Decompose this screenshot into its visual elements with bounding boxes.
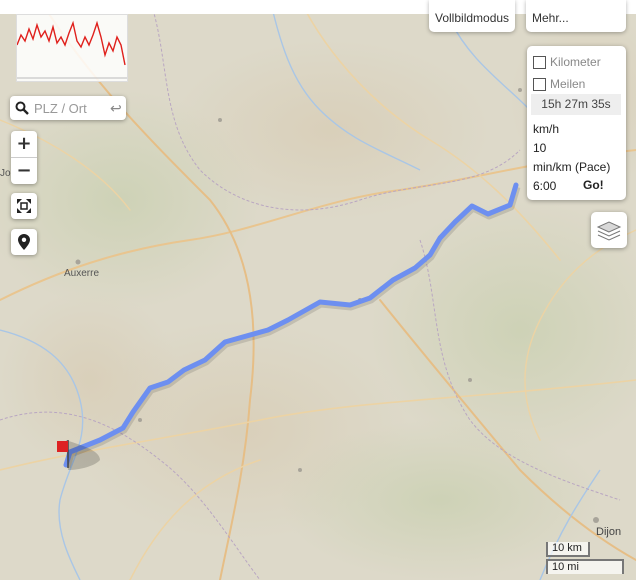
zoom-in-button[interactable]: + bbox=[11, 131, 37, 158]
speed-unit-label: km/h bbox=[533, 122, 560, 136]
elevation-profile-chart bbox=[16, 20, 127, 79]
layers-icon bbox=[596, 221, 622, 241]
fit-bounds-button[interactable] bbox=[11, 193, 37, 219]
zoom-out-button[interactable]: − bbox=[11, 158, 37, 184]
meilen-option[interactable]: Meilen bbox=[533, 77, 585, 91]
scale-bar-imperial: 10 mi bbox=[546, 559, 624, 574]
route-settings-panel: Kilometer Meilen 15h 27m 35s km/h min/km… bbox=[527, 46, 626, 200]
search-input[interactable] bbox=[34, 100, 110, 116]
search-icon[interactable] bbox=[10, 101, 34, 115]
pace-input[interactable] bbox=[532, 177, 582, 195]
zoom-control: + − bbox=[11, 131, 37, 184]
pace-unit-label: min/km (Pace) bbox=[533, 160, 611, 174]
go-button[interactable]: Go! bbox=[583, 178, 604, 192]
meilen-label: Meilen bbox=[550, 77, 586, 91]
kilometer-label: Kilometer bbox=[550, 55, 601, 69]
enter-icon[interactable]: ↩ bbox=[110, 100, 122, 117]
fullscreen-button[interactable]: Vollbildmodus bbox=[429, 0, 516, 32]
place-label-dijon: Dijon bbox=[596, 526, 622, 538]
speed-input[interactable] bbox=[532, 139, 582, 157]
scale-bar-metric: 10 km bbox=[546, 542, 590, 557]
more-button[interactable]: Mehr... bbox=[526, 0, 626, 32]
kilometer-checkbox[interactable] bbox=[533, 55, 546, 69]
place-label-auxerre: Auxerre bbox=[64, 268, 100, 279]
kilometer-option[interactable]: Kilometer bbox=[533, 55, 601, 69]
search-box[interactable]: ↩ bbox=[10, 96, 126, 120]
layers-button[interactable] bbox=[591, 212, 627, 248]
duration-display: 15h 27m 35s bbox=[531, 94, 621, 115]
locate-button[interactable] bbox=[11, 229, 37, 255]
meilen-checkbox[interactable] bbox=[533, 77, 546, 91]
elevation-profile[interactable] bbox=[16, 14, 128, 82]
fit-bounds-icon bbox=[17, 199, 31, 213]
elevation-line bbox=[16, 20, 126, 66]
location-pin-icon bbox=[18, 234, 30, 250]
